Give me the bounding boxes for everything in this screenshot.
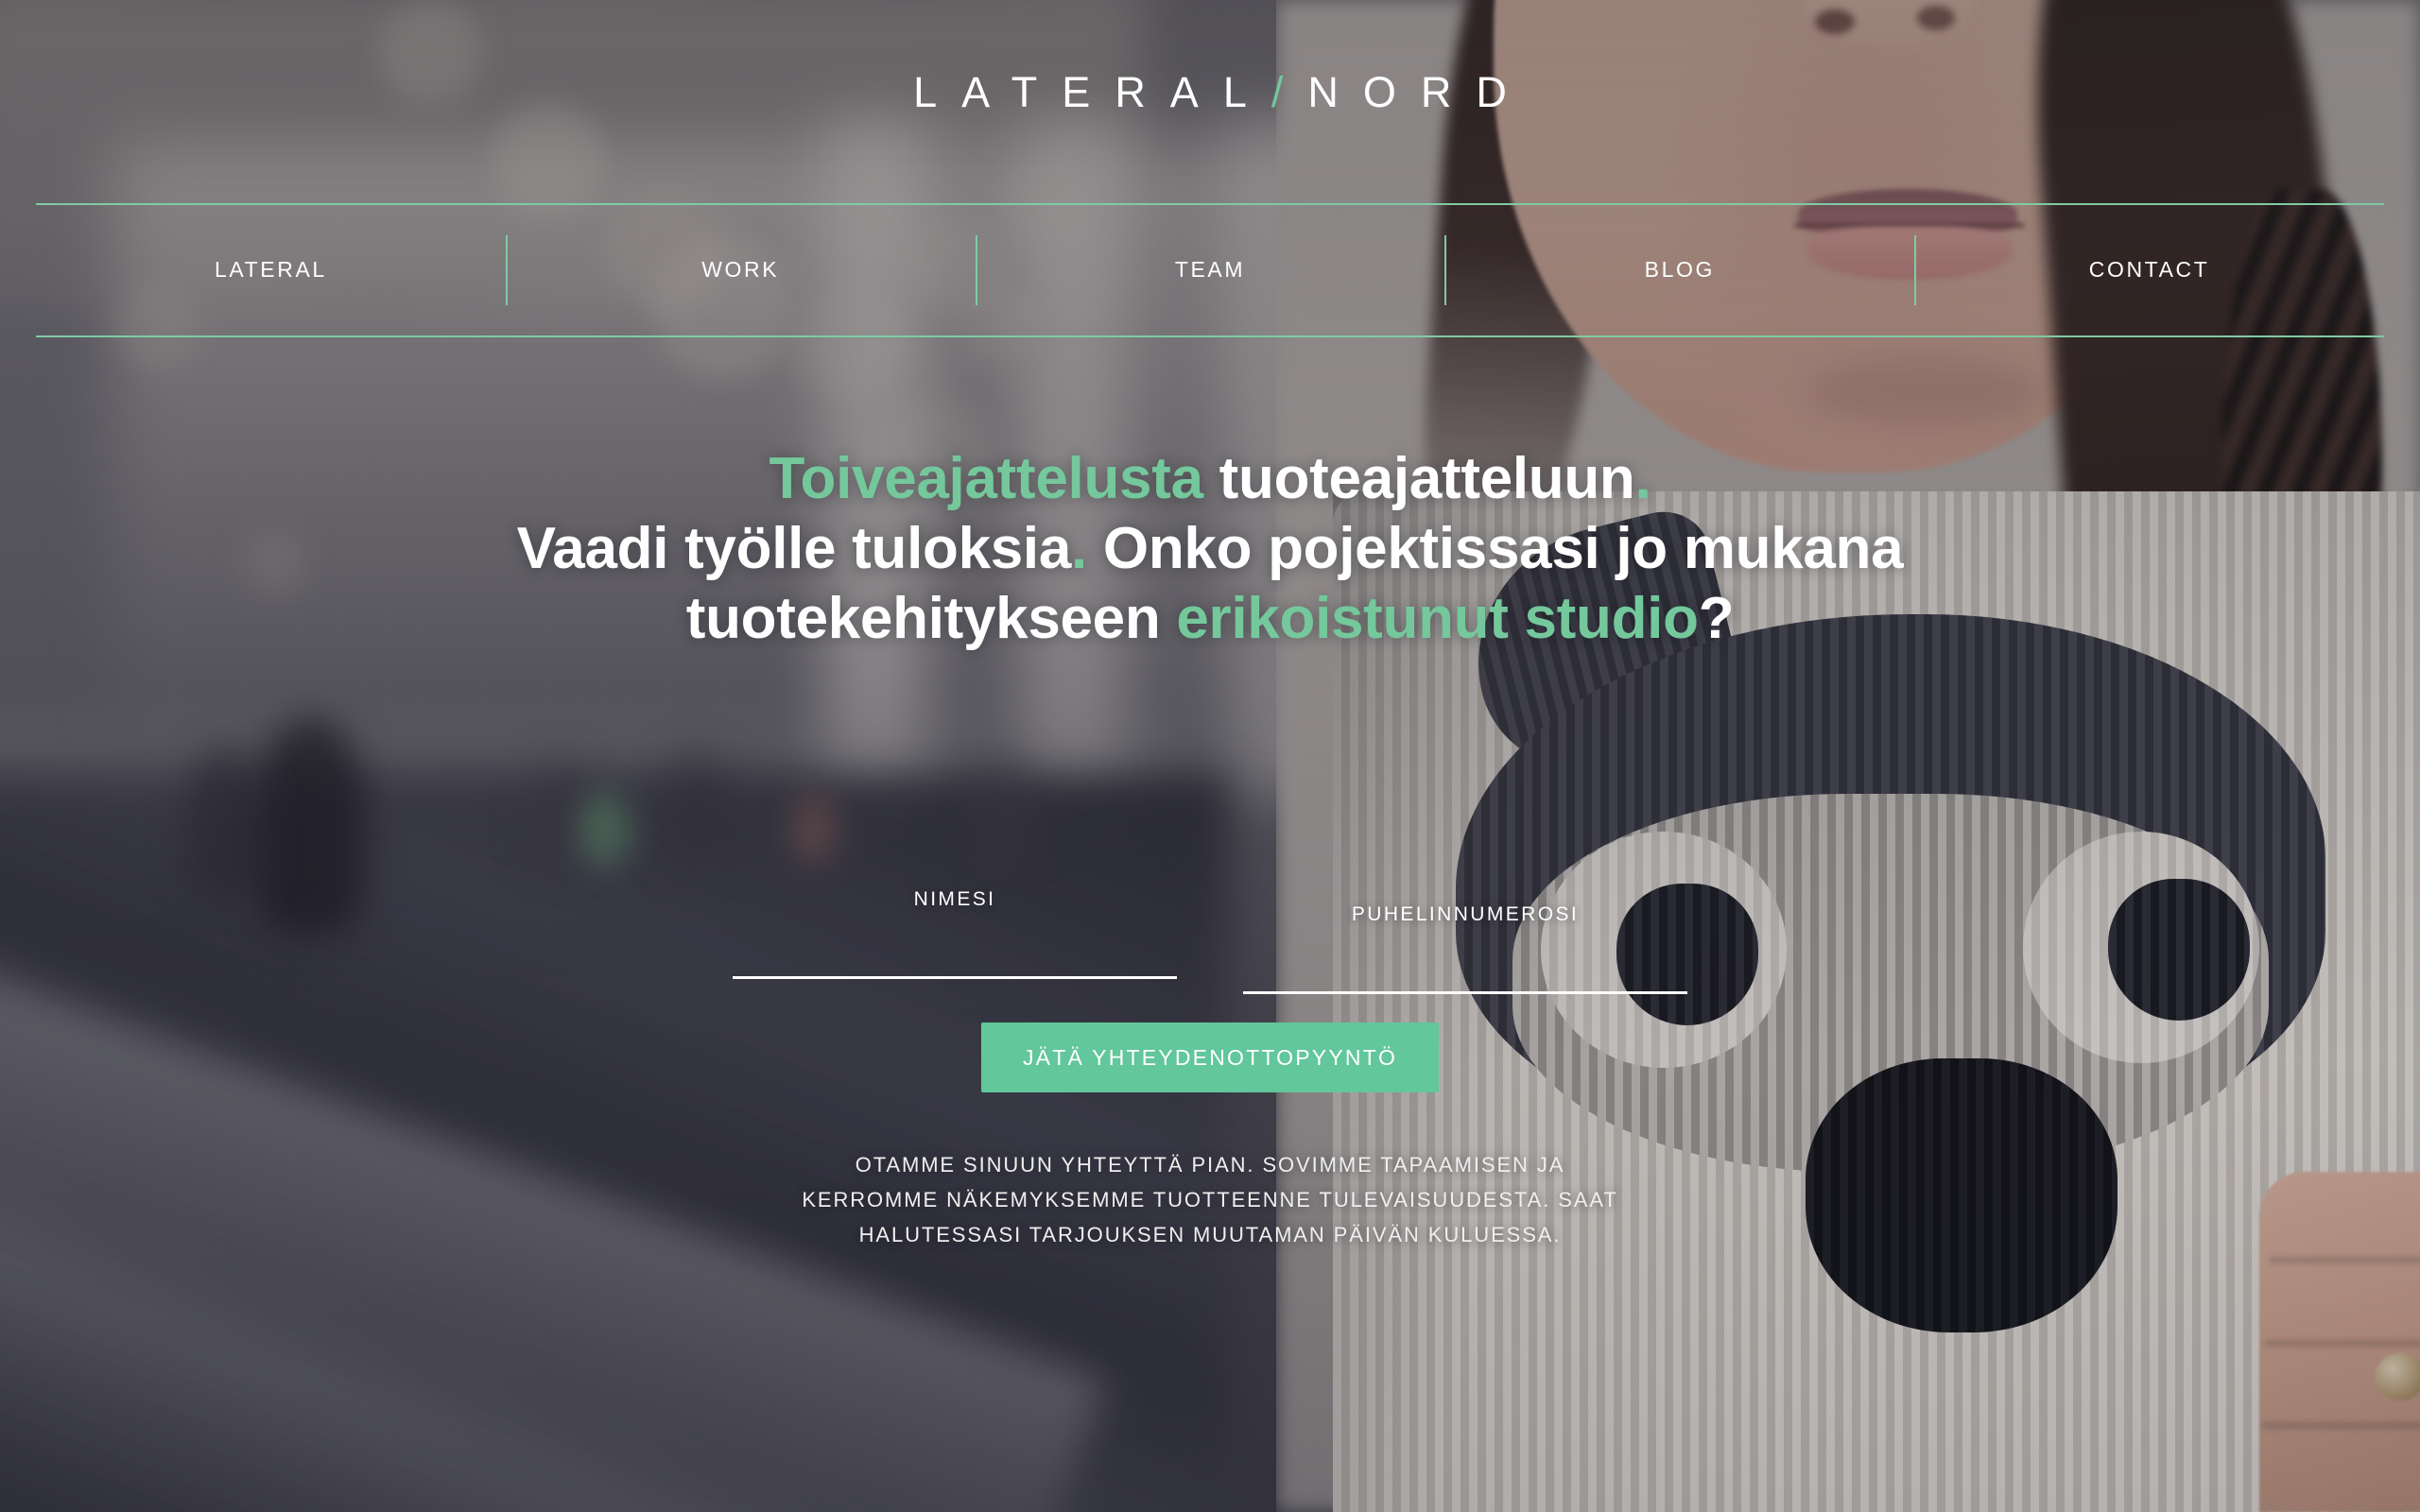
hero-page: LATERAL/NORD LATERAL WORK TEAM BLOG CONT…	[0, 0, 2420, 1512]
site-logo[interactable]: LATERAL/NORD	[0, 68, 2420, 117]
phone-field-label: PUHELINNUMEROSI	[1351, 903, 1580, 925]
name-field-label: NIMESI	[913, 888, 996, 910]
hero-headline: Toiveajattelusta tuoteajatteluun. Vaadi …	[0, 444, 2420, 653]
headline-line2-period: .	[1071, 515, 1087, 581]
headline-line3-green: erikoistunut studio	[1176, 585, 1699, 651]
logo-slash: /	[1270, 68, 1308, 116]
submit-contact-request-button[interactable]: JÄTÄ YHTEYDENOTTOPYYNTÖ	[980, 1022, 1440, 1092]
nav-item-team[interactable]: TEAM	[976, 259, 1445, 281]
nav-item-work[interactable]: WORK	[506, 259, 976, 281]
form-help-text: OTAMME SINUUN YHTEYTTÄ PIAN. SOVIMME TAP…	[0, 1148, 2420, 1253]
headline-line3-question: ?	[1698, 585, 1735, 651]
phone-field-group: PUHELINNUMEROSI	[1243, 888, 1687, 994]
headline-line2-a: Vaadi työlle tuloksia	[516, 515, 1072, 581]
headline-line3-white: tuotekehitykseen	[685, 585, 1177, 651]
nav-bottom-divider	[36, 335, 2384, 337]
logo-text-lateral: LATERAL	[913, 68, 1271, 116]
nav-item-contact[interactable]: CONTACT	[1914, 259, 2384, 281]
form-help-line-2: KERROMME NÄKEMYKSEMME TUOTTEENNE TULEVAI…	[802, 1187, 1618, 1211]
name-field-group: NIMESI	[733, 888, 1177, 994]
phone-input[interactable]	[1243, 962, 1687, 994]
nav-item-blog[interactable]: BLOG	[1444, 259, 1914, 281]
main-navigation: LATERAL WORK TEAM BLOG CONTACT	[36, 204, 2384, 335]
headline-line1-green: Toiveajattelusta	[769, 446, 1204, 511]
contact-form: NIMESI PUHELINNUMEROSI	[0, 888, 2420, 994]
name-input[interactable]	[733, 947, 1177, 979]
headline-line1-white: tuoteajatteluun	[1202, 446, 1635, 511]
form-help-line-1: OTAMME SINUUN YHTEYTTÄ PIAN. SOVIMME TAP…	[855, 1153, 1565, 1177]
headline-line2-b: Onko pojektissasi jo mukana	[1086, 515, 1904, 581]
form-help-line-3: HALUTESSASI TARJOUKSEN MUUTAMAN PÄIVÄN K…	[858, 1222, 1562, 1246]
headline-line1-period: .	[1634, 446, 1651, 511]
logo-text-nord: NORD	[1307, 68, 1531, 116]
nav-item-lateral[interactable]: LATERAL	[36, 259, 506, 281]
